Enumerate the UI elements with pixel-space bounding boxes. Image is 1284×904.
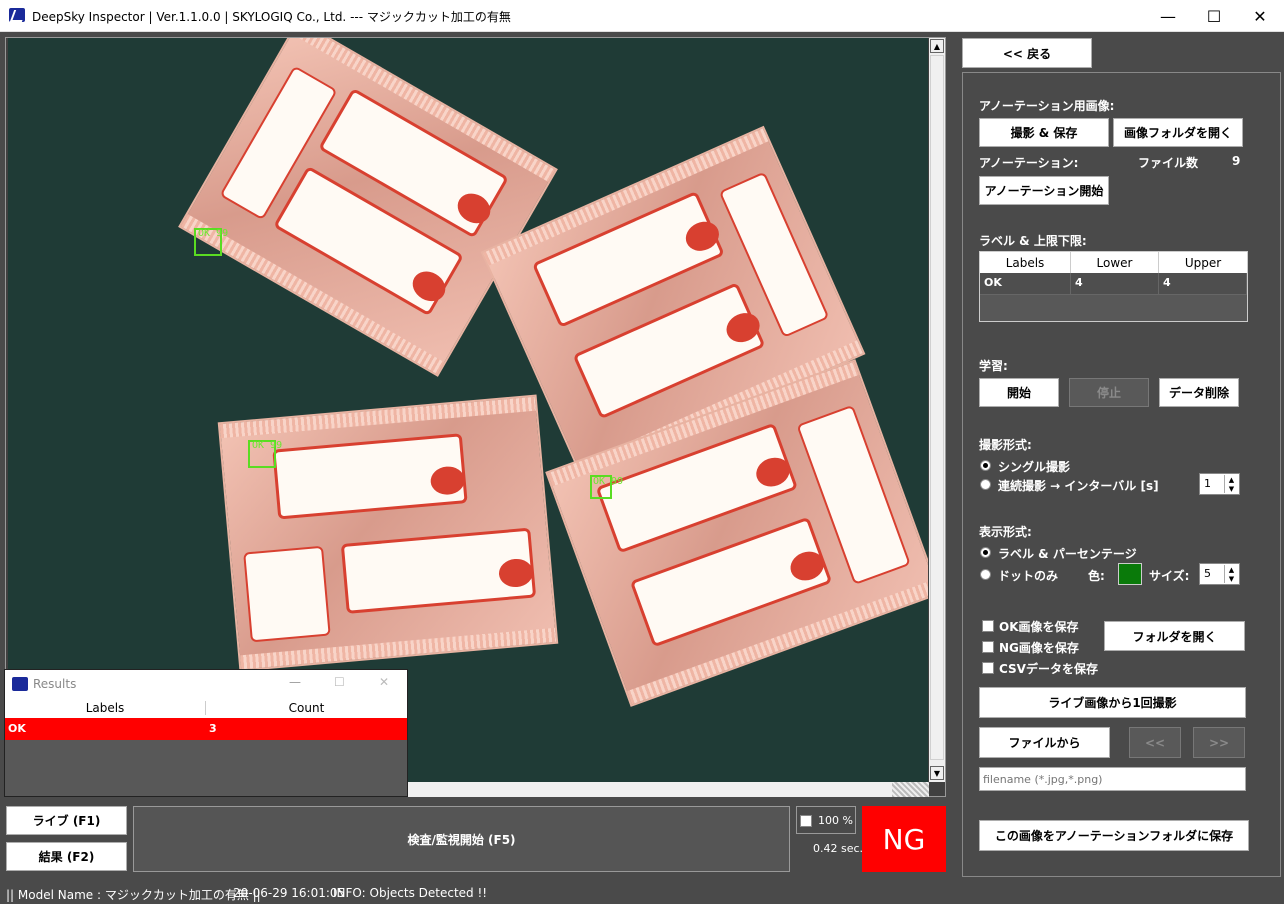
size-value: 5 xyxy=(1204,567,1211,580)
limits-label: ラベル & 上限下限: xyxy=(979,234,1087,248)
close-icon[interactable]: ✕ xyxy=(379,675,389,689)
open-image-folder-button[interactable]: 画像フォルダを開く xyxy=(1113,118,1243,147)
results-titlebar: Results — ☐ ✕ xyxy=(5,670,407,698)
results-window: Results — ☐ ✕ Labels Count OK 3 xyxy=(4,669,408,797)
column-header: Lower xyxy=(1071,252,1159,273)
color-label: 色: xyxy=(1088,569,1105,583)
zoom-value: 100 % xyxy=(818,814,853,827)
label-percent-radio[interactable] xyxy=(980,547,991,558)
size-label: サイズ: xyxy=(1149,569,1190,583)
from-file-button[interactable]: ファイルから xyxy=(979,727,1110,758)
maximize-icon[interactable]: ☐ xyxy=(334,675,345,689)
zoom-checkbox[interactable] xyxy=(800,815,812,827)
app-logo-icon xyxy=(9,8,25,22)
size-grip[interactable] xyxy=(892,782,929,797)
learning-label: 学習: xyxy=(979,359,1008,373)
detection-label: OK 99 xyxy=(593,476,624,487)
title-bar: DeepSky Inspector | Ver.1.1.0.0 | SKYLOG… xyxy=(0,0,1284,32)
detection-label: OK 99 xyxy=(198,228,229,239)
size-stepper[interactable]: 5 ▲ ▼ xyxy=(1199,563,1240,585)
results-row[interactable]: OK 3 xyxy=(5,718,407,740)
annotation-image-label: アノーテーション用画像: xyxy=(979,99,1115,113)
display-mode-label: 表示形式: xyxy=(979,525,1032,539)
capture-save-button[interactable]: 撮影 & 保存 xyxy=(979,118,1109,147)
live-button[interactable]: ライブ (F1) xyxy=(6,806,127,835)
status-info: INFO: Objects Detected !! xyxy=(333,886,488,900)
dots-only-label: ドットのみ xyxy=(998,569,1059,583)
verdict-indicator: NG xyxy=(862,806,946,872)
status-timestamp: 20-06-29 16:01:05 xyxy=(233,886,346,900)
dot-color-swatch[interactable] xyxy=(1118,563,1142,585)
row-label: OK xyxy=(8,722,26,735)
detection-label: OK 99 xyxy=(252,440,283,451)
stepper-down-icon[interactable]: ▼ xyxy=(1224,484,1238,493)
results-title: Results xyxy=(33,677,77,691)
back-button[interactable]: << 戻る xyxy=(962,38,1092,68)
save-ng-label: NG画像を保存 xyxy=(999,641,1079,655)
model-name: || Model Name : マジックカット加工の有無 || xyxy=(6,888,261,902)
stepper-down-icon[interactable]: ▼ xyxy=(1224,574,1238,583)
continuous-capture-label: 連続撮影 → インターバル [s] xyxy=(998,479,1159,493)
single-capture-radio[interactable] xyxy=(980,460,991,471)
learning-start-button[interactable]: 開始 xyxy=(979,378,1059,407)
scroll-up-icon[interactable]: ▲ xyxy=(930,39,944,53)
capture-mode-label: 撮影形式: xyxy=(979,438,1032,452)
save-csv-label: CSVデータを保存 xyxy=(999,662,1098,676)
column-header: Upper xyxy=(1159,252,1247,273)
interval-value: 1 xyxy=(1204,477,1211,490)
single-capture-label: シングル撮影 xyxy=(998,460,1071,474)
status-bar: || Model Name : マジックカット加工の有無 || 20-06-29… xyxy=(0,882,1284,904)
vertical-scrollbar[interactable]: ▲ ▼ xyxy=(929,38,945,782)
maximize-button[interactable]: ☐ xyxy=(1191,0,1237,32)
prev-file-button[interactable]: << xyxy=(1129,727,1181,758)
column-header: Labels xyxy=(980,252,1071,273)
result-button[interactable]: 結果 (F2) xyxy=(6,842,127,871)
results-header: Labels Count xyxy=(5,698,407,718)
learning-stop-button[interactable]: 停止 xyxy=(1069,378,1149,407)
file-count-value: 9 xyxy=(1232,154,1241,168)
single-from-live-button[interactable]: ライブ画像から1回撮影 xyxy=(979,687,1246,718)
next-file-button[interactable]: >> xyxy=(1193,727,1245,758)
limit-upper-cell[interactable]: 4 xyxy=(1159,273,1247,295)
annotation-label: アノーテーション: xyxy=(979,156,1079,170)
packet-image xyxy=(178,38,558,377)
annotation-start-button[interactable]: アノーテーション開始 xyxy=(979,176,1109,205)
scroll-down-icon[interactable]: ▼ xyxy=(930,766,944,780)
inspect-start-button[interactable]: 検査/監視開始 (F5) xyxy=(133,806,790,872)
window-title: DeepSky Inspector | Ver.1.1.0.0 | SKYLOG… xyxy=(32,10,511,24)
elapsed-time: 0.42 sec. xyxy=(813,842,864,855)
label-percent-label: ラベル & パーセンテージ xyxy=(998,547,1137,561)
limit-label-cell[interactable]: OK xyxy=(980,273,1071,295)
app-logo-icon xyxy=(12,677,28,691)
open-folder-button[interactable]: フォルダを開く xyxy=(1104,621,1245,651)
save-ok-checkbox[interactable] xyxy=(982,620,994,632)
close-button[interactable]: ✕ xyxy=(1237,0,1283,32)
zoom-box: 100 % xyxy=(796,806,856,834)
save-ng-checkbox[interactable] xyxy=(982,641,994,653)
stepper-up-icon[interactable]: ▲ xyxy=(1224,475,1238,484)
dots-only-radio[interactable] xyxy=(980,569,991,580)
interval-stepper[interactable]: 1 ▲ ▼ xyxy=(1199,473,1240,495)
limit-lower-cell[interactable]: 4 xyxy=(1071,273,1159,295)
stepper-up-icon[interactable]: ▲ xyxy=(1224,565,1238,574)
save-csv-checkbox[interactable] xyxy=(982,662,994,674)
filename-input[interactable] xyxy=(979,767,1246,791)
packet-image xyxy=(217,394,559,672)
delete-data-button[interactable]: データ削除 xyxy=(1159,378,1239,407)
row-count: 3 xyxy=(209,722,217,735)
minimize-icon[interactable]: — xyxy=(289,675,301,689)
continuous-capture-radio[interactable] xyxy=(980,479,991,490)
minimize-button[interactable]: — xyxy=(1145,0,1191,32)
column-header: Labels xyxy=(5,701,206,715)
save-ok-label: OK画像を保存 xyxy=(999,620,1079,634)
limits-table[interactable]: Labels Lower Upper OK 4 4 xyxy=(979,251,1248,322)
save-to-annotation-button[interactable]: この画像をアノーテーションフォルダに保存 xyxy=(979,820,1249,851)
scroll-thumb[interactable] xyxy=(930,55,944,760)
file-count-label: ファイル数 xyxy=(1138,156,1199,170)
column-header: Count xyxy=(288,701,325,715)
